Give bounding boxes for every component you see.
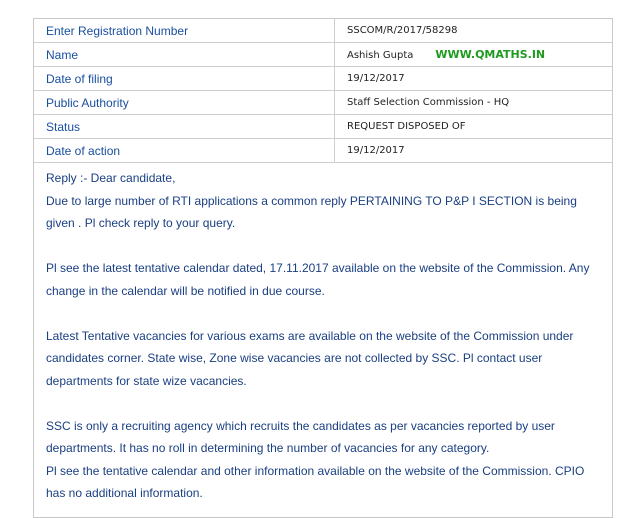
date-of-action-label: Date of action (34, 138, 335, 163)
name-cell: Ashish Gupta WWW.QMATHS.IN (334, 42, 612, 67)
watermark-text: WWW.QMATHS.IN (435, 48, 546, 61)
public-authority-label: Public Authority (34, 90, 335, 115)
status-label: Status (34, 114, 335, 139)
name-label: Name (34, 42, 335, 67)
public-authority-value: Staff Selection Commission - HQ (334, 90, 612, 115)
registration-number-label: Enter Registration Number (34, 19, 335, 43)
reply-paragraph-5: Pl see the tentative calendar and other … (46, 463, 585, 501)
name-value: Ashish Gupta (347, 50, 414, 61)
rti-details-table: Enter Registration Number SSCOM/R/2017/5… (34, 19, 612, 163)
table-row: Status REQUEST DISPOSED OF (34, 114, 612, 139)
reply-paragraph-1: Due to large number of RTI applications … (46, 193, 577, 231)
registration-number-value: SSCOM/R/2017/58298 (334, 19, 612, 43)
reply-paragraph-3: Latest Tentative vacancies for various e… (46, 328, 574, 388)
date-of-action-value: 19/12/2017 (334, 138, 612, 163)
reply-paragraph-2: Pl see the latest tentative calendar dat… (46, 261, 590, 298)
reply-greeting: Reply :- Dear candidate, (46, 171, 176, 185)
reply-paragraph-4: SSC is only a recruiting agency which re… (46, 418, 555, 456)
table-row: Public Authority Staff Selection Commiss… (34, 90, 612, 115)
table-row: Date of filing 19/12/2017 (34, 66, 612, 91)
table-row: Enter Registration Number SSCOM/R/2017/5… (34, 19, 612, 43)
reply-section: Reply :- Dear candidate, Due to large nu… (34, 163, 612, 505)
rti-status-panel: Enter Registration Number SSCOM/R/2017/5… (33, 18, 613, 518)
date-of-filing-value: 19/12/2017 (334, 66, 612, 91)
date-of-filing-label: Date of filing (34, 66, 335, 91)
table-row: Date of action 19/12/2017 (34, 138, 612, 163)
table-row: Name Ashish Gupta WWW.QMATHS.IN (34, 42, 612, 67)
status-value: REQUEST DISPOSED OF (334, 114, 612, 139)
